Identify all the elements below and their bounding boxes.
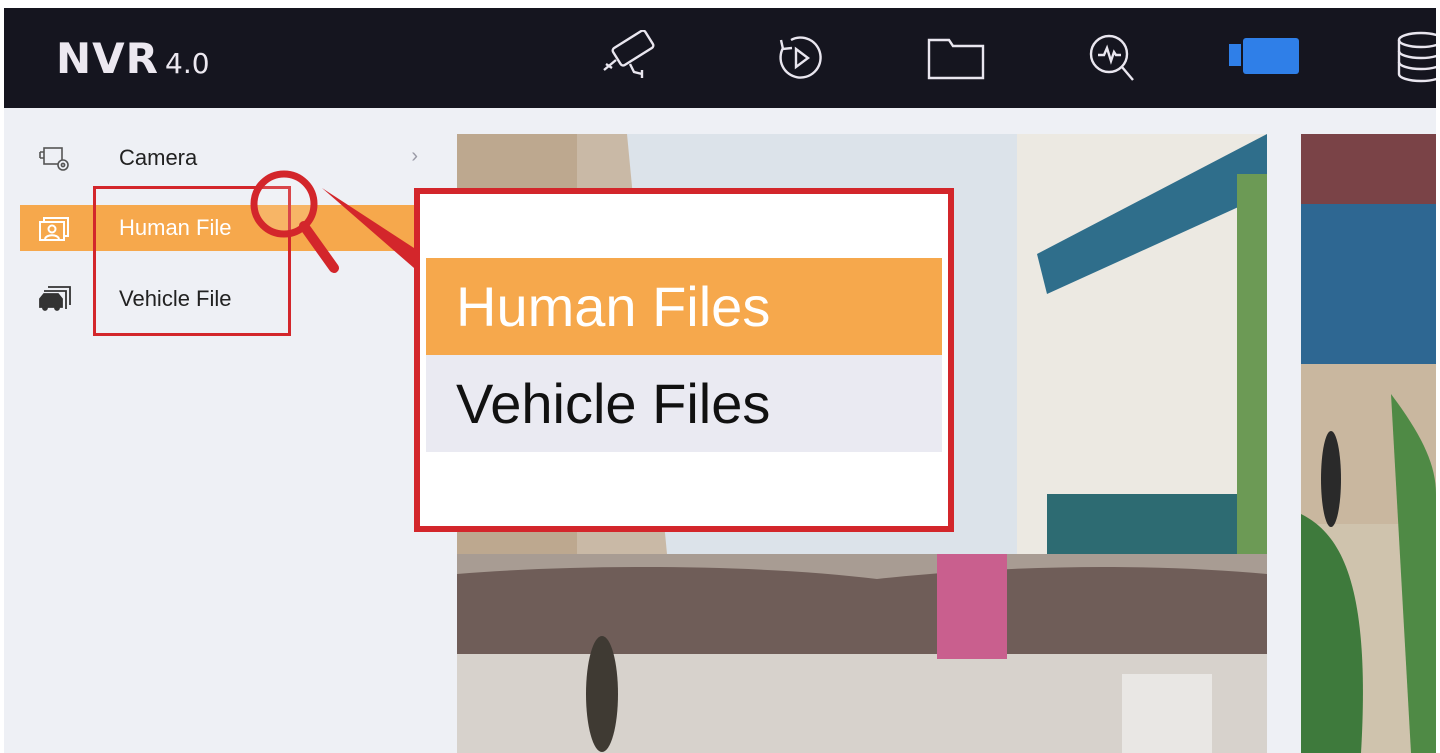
- video-camera-icon[interactable]: [1224, 26, 1306, 90]
- nvr-app-window: NVR 4.0 Camera › Human File Vehicle File…: [4, 8, 1436, 753]
- human-file-thumbnail-mall[interactable]: [1301, 134, 1436, 753]
- app-logo: NVR 4.0: [56, 34, 210, 83]
- callout-option-vehicle-files[interactable]: Vehicle Files: [426, 355, 942, 452]
- top-navigation-bar: NVR 4.0: [4, 8, 1436, 108]
- logo-version: 4.0: [165, 47, 210, 80]
- vehicle-file-icon: [38, 285, 72, 313]
- smart-search-icon[interactable]: [1072, 26, 1154, 90]
- playback-icon[interactable]: [760, 26, 842, 90]
- human-file-icon: [38, 214, 72, 242]
- magnifier-icon: [250, 170, 414, 273]
- callout-panel: Human Files Vehicle Files: [414, 188, 954, 532]
- callout-option-human-files[interactable]: Human Files: [426, 258, 942, 355]
- camera-settings-icon: [38, 144, 72, 172]
- folder-icon[interactable]: [916, 26, 998, 90]
- camera-live-icon[interactable]: [592, 26, 674, 90]
- storage-icon[interactable]: [1376, 26, 1436, 90]
- sidebar-item-label: Camera: [119, 145, 198, 170]
- logo-text: NVR: [56, 34, 159, 83]
